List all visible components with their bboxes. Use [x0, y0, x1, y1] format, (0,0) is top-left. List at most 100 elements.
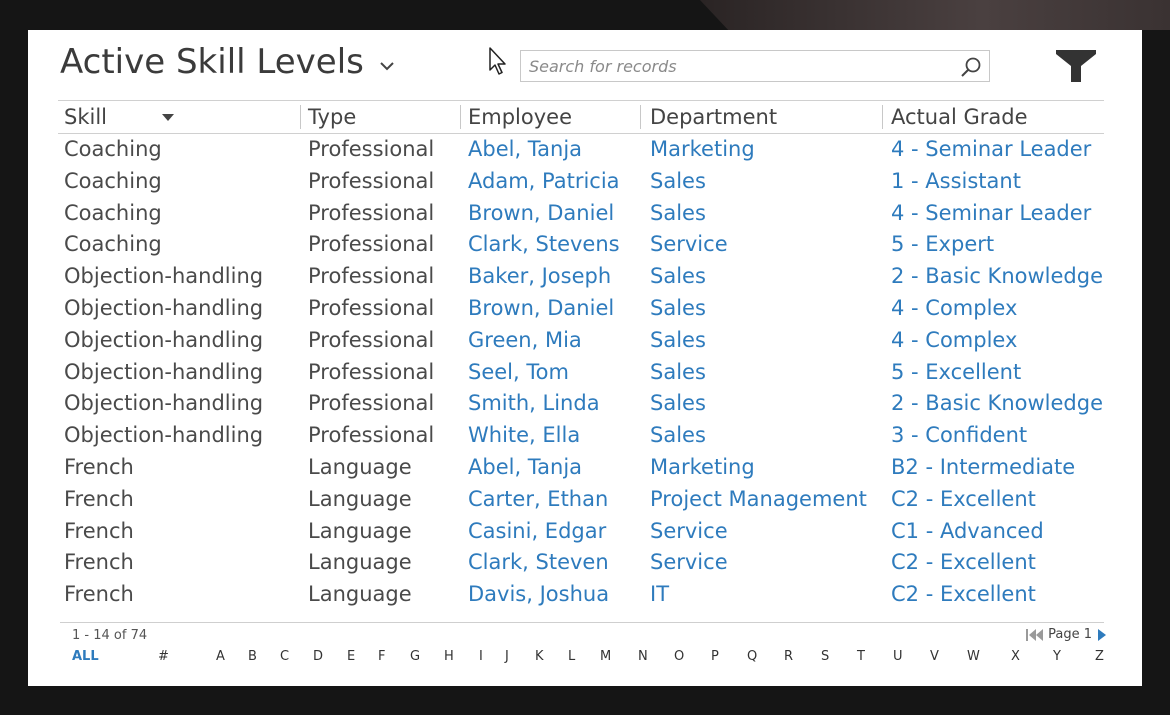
cell-department-link[interactable]: Sales [644, 261, 885, 293]
alpha-filter-t[interactable]: T [857, 649, 865, 664]
alpha-filter-o[interactable]: O [674, 649, 684, 664]
cell-employee-link[interactable]: White, Ella [462, 420, 644, 452]
chevron-down-icon[interactable] [378, 57, 396, 75]
cell-department-link[interactable]: Marketing [644, 452, 885, 484]
cell-department-link[interactable]: Service [644, 229, 885, 261]
alpha-filter-r[interactable]: R [784, 649, 793, 664]
cell-grade-link[interactable]: 4 - Seminar Leader [885, 198, 1107, 230]
cell-grade-link[interactable]: 4 - Seminar Leader [885, 134, 1107, 166]
cell-grade-link[interactable]: 4 - Complex [885, 293, 1107, 325]
alpha-filter-h[interactable]: H [444, 649, 454, 664]
alpha-filter-i[interactable]: I [479, 649, 483, 664]
search-input[interactable] [521, 51, 951, 81]
next-page-icon[interactable] [1098, 628, 1106, 641]
cell-employee-link[interactable]: Adam, Patricia [462, 166, 644, 198]
alpha-filter-c[interactable]: C [280, 649, 289, 664]
cell-grade-link[interactable]: C2 - Excellent [885, 579, 1107, 611]
cell-employee-link[interactable]: Seel, Tom [462, 357, 644, 389]
alpha-filter-f[interactable]: F [378, 649, 385, 664]
alpha-filter-n[interactable]: N [638, 649, 648, 664]
table-row[interactable]: Coaching Professional Adam, Patricia Sal… [58, 166, 1104, 198]
cell-employee-link[interactable]: Casini, Edgar [462, 516, 644, 548]
cell-employee-link[interactable]: Smith, Linda [462, 388, 644, 420]
cell-department-link[interactable]: Service [644, 547, 885, 579]
cell-grade-link[interactable]: C2 - Excellent [885, 484, 1107, 516]
alpha-filter-all[interactable]: ALL [72, 649, 99, 664]
alpha-filter-u[interactable]: U [893, 649, 903, 664]
cell-department-link[interactable]: Sales [644, 166, 885, 198]
alpha-filter-x[interactable]: X [1011, 649, 1020, 664]
column-divider[interactable] [882, 105, 883, 129]
cell-department-link[interactable]: Sales [644, 388, 885, 420]
alpha-filter-v[interactable]: V [930, 649, 939, 664]
alpha-filter-d[interactable]: D [313, 649, 323, 664]
table-row[interactable]: French Language Clark, Steven Service C2… [58, 547, 1104, 579]
table-row[interactable]: Objection-handling Professional Brown, D… [58, 293, 1104, 325]
table-row[interactable]: French Language Abel, Tanja Marketing B2… [58, 452, 1104, 484]
cell-grade-link[interactable]: B2 - Intermediate [885, 452, 1107, 484]
column-header-employee[interactable]: Employee [462, 101, 644, 133]
cell-employee-link[interactable]: Clark, Stevens [462, 229, 644, 261]
table-row[interactable]: French Language Davis, Joshua IT C2 - Ex… [58, 579, 1104, 611]
table-row[interactable]: Coaching Professional Abel, Tanja Market… [58, 134, 1104, 166]
cell-employee-link[interactable]: Baker, Joseph [462, 261, 644, 293]
cell-department-link[interactable]: Sales [644, 420, 885, 452]
cell-department-link[interactable]: IT [644, 579, 885, 611]
alpha-filter-g[interactable]: G [410, 649, 420, 664]
view-selector[interactable]: Active Skill Levels [60, 42, 396, 82]
alpha-filter-w[interactable]: W [967, 649, 980, 664]
column-divider[interactable] [300, 105, 301, 129]
cell-grade-link[interactable]: C1 - Advanced [885, 516, 1107, 548]
alpha-filter-k[interactable]: K [535, 649, 544, 664]
cell-employee-link[interactable]: Davis, Joshua [462, 579, 644, 611]
cell-grade-link[interactable]: 4 - Complex [885, 325, 1107, 357]
cell-department-link[interactable]: Marketing [644, 134, 885, 166]
table-row[interactable]: Coaching Professional Clark, Stevens Ser… [58, 229, 1104, 261]
cell-grade-link[interactable]: 5 - Excellent [885, 357, 1107, 389]
alpha-filter-hash[interactable]: # [158, 649, 169, 664]
table-row[interactable]: Objection-handling Professional Green, M… [58, 325, 1104, 357]
alpha-filter-y[interactable]: Y [1053, 649, 1061, 664]
cell-employee-link[interactable]: Abel, Tanja [462, 452, 644, 484]
column-header-type[interactable]: Type [302, 101, 462, 133]
column-header-actual-grade[interactable]: Actual Grade [885, 101, 1107, 133]
cell-department-link[interactable]: Project Management [644, 484, 885, 516]
column-divider[interactable] [640, 105, 641, 129]
table-row[interactable]: Objection-handling Professional Seel, To… [58, 357, 1104, 389]
cell-grade-link[interactable]: 3 - Confident [885, 420, 1107, 452]
table-row[interactable]: Objection-handling Professional White, E… [58, 420, 1104, 452]
alpha-filter-s[interactable]: S [821, 649, 829, 664]
alpha-filter-a[interactable]: A [216, 649, 225, 664]
sort-down-icon[interactable] [162, 114, 174, 122]
filter-icon[interactable] [1055, 48, 1097, 84]
cell-department-link[interactable]: Sales [644, 198, 885, 230]
cell-department-link[interactable]: Sales [644, 325, 885, 357]
alpha-filter-m[interactable]: M [600, 649, 611, 664]
search-icon[interactable] [959, 55, 983, 79]
cell-grade-link[interactable]: 1 - Assistant [885, 166, 1107, 198]
table-row[interactable]: Objection-handling Professional Smith, L… [58, 388, 1104, 420]
cell-grade-link[interactable]: C2 - Excellent [885, 547, 1107, 579]
cell-employee-link[interactable]: Abel, Tanja [462, 134, 644, 166]
table-row[interactable]: French Language Carter, Ethan Project Ma… [58, 484, 1104, 516]
alpha-filter-l[interactable]: L [568, 649, 575, 664]
first-page-icon[interactable] [1026, 628, 1044, 641]
alpha-filter-p[interactable]: P [711, 649, 719, 664]
table-row[interactable]: Coaching Professional Brown, Daniel Sale… [58, 198, 1104, 230]
cell-department-link[interactable]: Sales [644, 293, 885, 325]
column-header-department[interactable]: Department [644, 101, 885, 133]
column-divider[interactable] [460, 105, 461, 129]
cell-department-link[interactable]: Service [644, 516, 885, 548]
cell-employee-link[interactable]: Brown, Daniel [462, 293, 644, 325]
table-row[interactable]: Objection-handling Professional Baker, J… [58, 261, 1104, 293]
alpha-filter-z[interactable]: Z [1095, 649, 1104, 664]
cell-grade-link[interactable]: 5 - Expert [885, 229, 1107, 261]
cell-employee-link[interactable]: Brown, Daniel [462, 198, 644, 230]
column-header-skill[interactable]: Skill [58, 101, 302, 133]
table-row[interactable]: French Language Casini, Edgar Service C1… [58, 516, 1104, 548]
alpha-filter-q[interactable]: Q [747, 649, 757, 664]
alpha-filter-e[interactable]: E [347, 649, 355, 664]
cell-department-link[interactable]: Sales [644, 357, 885, 389]
cell-employee-link[interactable]: Clark, Steven [462, 547, 644, 579]
cell-grade-link[interactable]: 2 - Basic Knowledge [885, 261, 1107, 293]
